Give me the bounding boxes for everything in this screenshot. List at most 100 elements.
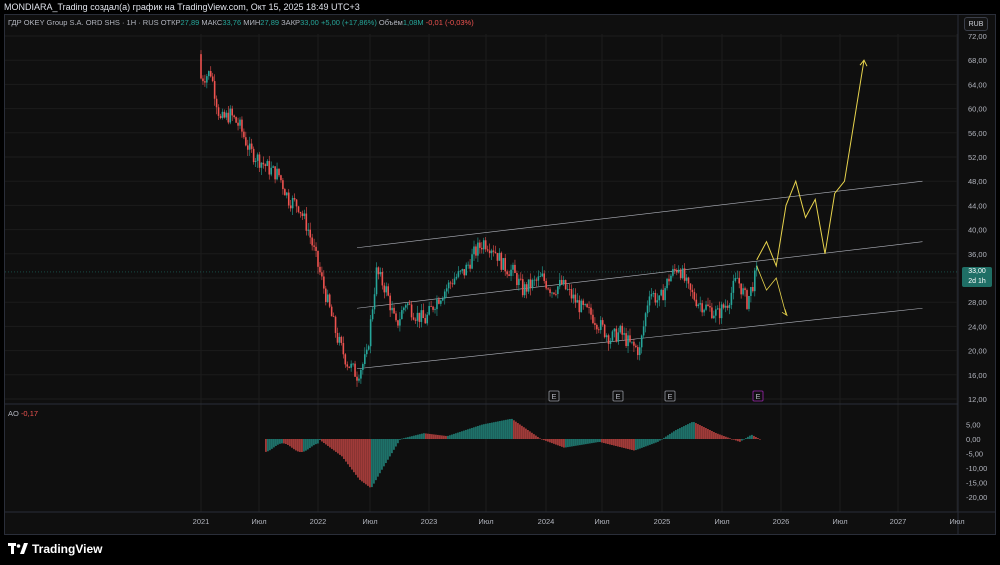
candle-body: [533, 279, 536, 281]
price-chart-svg[interactable]: 72,00 68,00 64,00 60,00 56,00 52,00 48,00 44,00…: [0, 0, 1000, 565]
candle-body: [599, 320, 602, 330]
candle-body: [613, 328, 616, 332]
candle-body: [252, 148, 255, 163]
ao-bar: [743, 439, 745, 440]
earnings-marker-label: E: [615, 392, 620, 401]
candle-body: [219, 115, 222, 118]
ao-bar: [655, 439, 657, 443]
ao-bar: [313, 439, 315, 446]
candle-body: [461, 269, 464, 271]
candle-body: [722, 304, 725, 308]
candle-body: [662, 289, 664, 301]
candle-body: [555, 293, 557, 295]
ao-bar: [543, 439, 545, 441]
price-axis-label: 48,00: [968, 177, 987, 186]
candle-body: [404, 305, 407, 308]
candle-body: [553, 292, 555, 294]
ao-bar: [567, 439, 569, 448]
candle-body: [352, 363, 354, 365]
currency-button[interactable]: RUB: [964, 17, 988, 31]
ao-bar: [465, 429, 467, 439]
candle-body: [457, 271, 460, 277]
ao-bar: [737, 439, 739, 442]
ao-bar: [387, 439, 389, 460]
candle-body: [438, 299, 440, 304]
candle-body: [326, 294, 329, 302]
candle-body: [284, 189, 286, 196]
candle-body: [266, 161, 269, 166]
ao-bar: [715, 432, 717, 439]
ao-bar: [547, 439, 549, 442]
candle-body: [254, 160, 257, 163]
candle-body: [679, 269, 682, 279]
close-value: 33,00: [300, 18, 319, 27]
ao-bar: [745, 438, 747, 439]
candle-body: [282, 180, 284, 190]
candle-body: [683, 268, 686, 281]
close-label: ЗАКР: [281, 18, 301, 27]
ao-bar: [631, 439, 633, 450]
candle-body: [642, 326, 645, 336]
candle-body: [709, 305, 711, 308]
price-axis-label: 40,00: [968, 226, 987, 235]
time-axis-label: 2025: [654, 517, 671, 526]
candle-body: [525, 284, 528, 292]
candle-body: [217, 107, 220, 116]
earnings-marker-label: E: [755, 392, 760, 401]
candle-body: [204, 81, 206, 83]
ao-bar: [403, 438, 405, 439]
candle-body: [545, 280, 547, 289]
candle-body: [627, 335, 629, 347]
candle-body: [715, 309, 717, 316]
ao-bar: [539, 438, 541, 439]
candle-body: [262, 162, 265, 165]
candle-body: [451, 283, 454, 285]
ao-bar: [665, 436, 667, 439]
last-price-tag: 33,00 2d 1h: [962, 267, 992, 287]
candle-body: [498, 252, 501, 261]
ao-bar: [661, 439, 663, 440]
candle-body: [609, 340, 612, 344]
ao-bar: [423, 433, 425, 439]
ao-bar: [383, 439, 385, 467]
candle-body: [200, 54, 202, 79]
candle-body: [389, 295, 391, 311]
tradingview-brand[interactable]: TradingView: [8, 541, 102, 557]
candle-body: [512, 264, 514, 270]
ao-bar: [303, 439, 305, 452]
ao-bar: [575, 439, 577, 446]
candle-body: [697, 304, 700, 307]
high-value: 33,76: [222, 18, 242, 27]
ao-bar: [657, 439, 659, 442]
candle-body: [681, 268, 684, 279]
candle-body: [428, 306, 430, 315]
candle-body: [227, 112, 230, 123]
candle-body: [412, 317, 415, 320]
ao-bar: [583, 439, 585, 445]
candle-body: [375, 267, 378, 295]
ao-bar: [475, 426, 477, 439]
candle-body: [426, 314, 428, 324]
candle-body: [713, 315, 715, 319]
ao-bar: [485, 423, 487, 439]
ao-bar: [735, 439, 737, 441]
ao-bar: [727, 437, 729, 439]
ao-bar: [617, 439, 619, 447]
ao-bar: [667, 435, 669, 439]
projection-up-path: [756, 60, 865, 268]
ao-bar: [419, 434, 421, 439]
ao-bar: [675, 430, 677, 439]
ao-bar: [643, 439, 645, 448]
ao-bar: [297, 439, 299, 452]
ao-bar: [443, 435, 445, 439]
open-value: 27,89: [180, 18, 200, 27]
time-axis-label: 2022: [310, 517, 327, 526]
candle-body: [206, 76, 208, 83]
ao-bar: [315, 439, 317, 445]
price-axis-label: 28,00: [968, 298, 987, 307]
ao-bar: [639, 439, 641, 449]
candle-body: [442, 298, 444, 301]
candle-body: [453, 278, 456, 285]
time-axis-label: 2026: [773, 517, 790, 526]
candle-body: [381, 271, 384, 286]
